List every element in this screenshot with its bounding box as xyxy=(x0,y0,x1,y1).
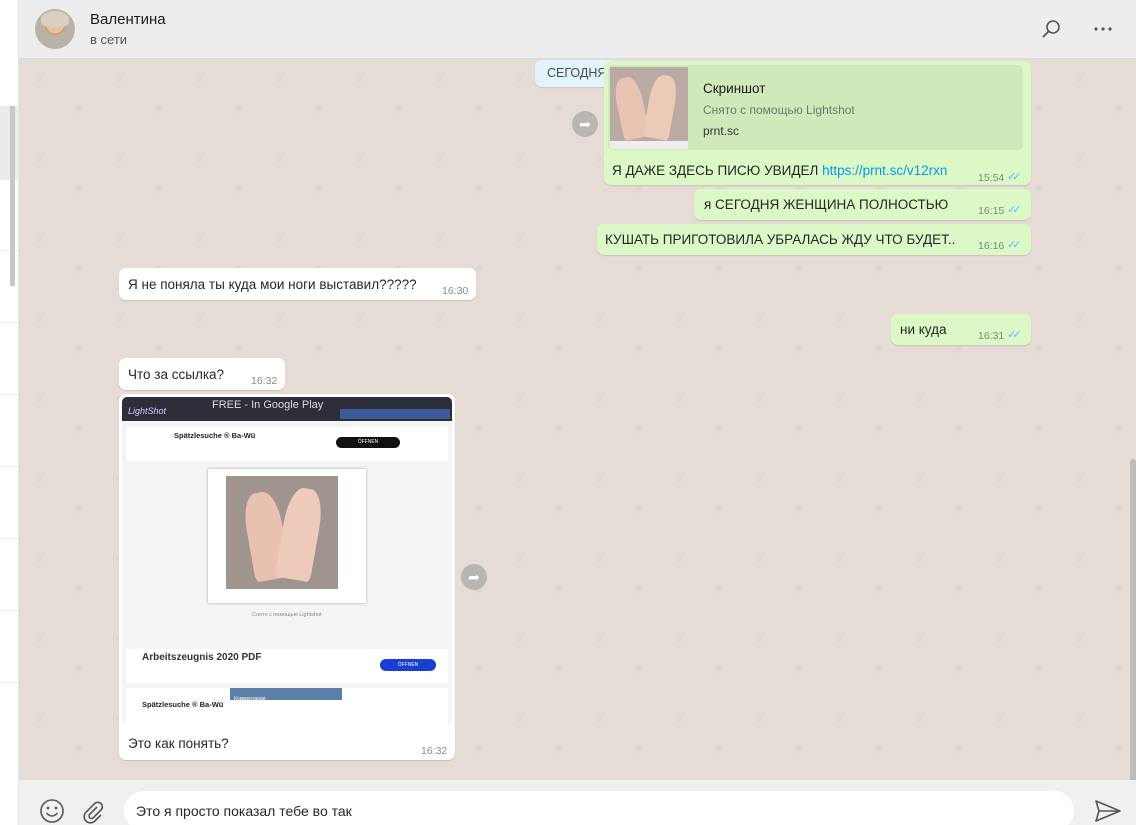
message-bubble-incoming-image[interactable]: LightShot FREE - In Google Play Spätzles… xyxy=(119,394,455,760)
contact-status: в сети xyxy=(90,32,128,47)
message-text: Это как понять? xyxy=(128,736,229,751)
message-text: я СЕГОДНЯ ЖЕНЩИНА ПОЛНОСТЬЮ xyxy=(704,197,949,212)
image-bottom-title: Spätzlesuche ® Ba-Wü xyxy=(142,700,224,709)
message-input[interactable] xyxy=(124,791,1074,825)
divider xyxy=(0,466,19,467)
message-image[interactable]: LightShot FREE - In Google Play Spätzles… xyxy=(122,397,452,725)
message-bubble-outgoing[interactable]: ни куда 16:31 ✓✓ xyxy=(891,314,1031,345)
message-time: 16:32 xyxy=(421,745,448,757)
contact-name[interactable]: Валентина xyxy=(90,11,166,28)
menu-icon[interactable] xyxy=(1091,18,1115,40)
chat-list-scrollbar[interactable] xyxy=(10,106,15,286)
image-topbar-button xyxy=(340,409,450,419)
chat-panel[interactable]: СЕГОДНЯ Скриншот Снято с помощью Lightsh… xyxy=(19,59,1136,780)
image-caption: Снято с помощью Lightshot xyxy=(252,612,322,618)
image-vk-panel: Комментарии xyxy=(230,688,342,702)
chat-header: Валентина в сети xyxy=(19,0,1136,59)
divider xyxy=(0,682,19,683)
image-ad: Spätzlesuche ® Ba-Wü ÖFFNEN xyxy=(126,427,448,461)
emoji-icon[interactable] xyxy=(39,798,65,824)
read-ticks-icon: ✓✓ xyxy=(1007,239,1022,251)
link-preview-thumbnail xyxy=(610,67,688,149)
message-bubble-outgoing[interactable]: я СЕГОДНЯ ЖЕНЩИНА ПОЛНОСТЬЮ 16:15 ✓✓ xyxy=(694,189,1031,220)
divider xyxy=(0,322,19,323)
link-preview[interactable]: Скриншот Снято с помощью Lightshot prnt.… xyxy=(608,65,1023,150)
image-ad2-title: Arbeitszeugnis 2020 PDF xyxy=(142,652,262,663)
read-ticks-icon: ✓✓ xyxy=(1007,204,1022,216)
image-ad-title: Spätzlesuche ® Ba-Wü xyxy=(174,431,256,440)
forward-icon[interactable]: ➦ xyxy=(572,111,598,137)
message-text: КУШАТЬ ПРИГОТОВИЛА УБРАЛАСЬ ЖДУ ЧТО БУДЕ… xyxy=(605,232,956,247)
message-time: 16:32 xyxy=(251,375,278,387)
message-link[interactable]: https://prnt.sc/v12rxn xyxy=(822,163,947,178)
search-icon[interactable] xyxy=(1041,18,1063,40)
divider xyxy=(0,538,19,539)
link-preview-description: Снято с помощью Lightshot xyxy=(703,103,855,117)
divider xyxy=(0,394,19,395)
message-bubble-incoming[interactable]: Я не поняла ты куда мои ноги выставил???… xyxy=(119,268,476,300)
message-bubble-outgoing[interactable]: Скриншот Снято с помощью Lightshot prnt.… xyxy=(604,61,1031,185)
message-time: 16:31 xyxy=(978,330,1005,342)
image-vk-title: Комментарии xyxy=(234,696,266,702)
image-banner: FREE - In Google Play xyxy=(212,399,324,411)
chat-scrollbar[interactable] xyxy=(1130,459,1136,780)
divider xyxy=(0,610,19,611)
image-topbar: LightShot FREE - In Google Play xyxy=(122,397,452,421)
link-preview-host: prnt.sc xyxy=(703,124,740,138)
message-text: Что за ссылка? xyxy=(128,367,225,382)
message-bubble-incoming[interactable]: Что за ссылка? 16:32 xyxy=(119,358,285,390)
image-ad2-button: ÖFFNEN xyxy=(380,659,436,671)
link-preview-title: Скриншот xyxy=(703,81,766,96)
image-photo xyxy=(226,476,338,589)
compose-bar xyxy=(19,780,1136,825)
message-text: Я ДАЖЕ ЗДЕСЬ ПИСЮ УВИДЕЛ https://prnt.sc… xyxy=(612,163,947,178)
image-ad2: Arbeitszeugnis 2020 PDF ÖFFNEN xyxy=(126,649,448,683)
message-text: Я не поняла ты куда мои ноги выставил???… xyxy=(128,277,417,292)
paperclip-icon[interactable] xyxy=(80,798,106,824)
message-text-plain: Я ДАЖЕ ЗДЕСЬ ПИСЮ УВИДЕЛ xyxy=(612,163,823,178)
read-ticks-icon: ✓✓ xyxy=(1007,171,1022,183)
forward-icon[interactable]: ➦ xyxy=(461,564,487,590)
message-bubble-outgoing[interactable]: КУШАТЬ ПРИГОТОВИЛА УБРАЛАСЬ ЖДУ ЧТО БУДЕ… xyxy=(597,224,1031,255)
chat-list-edge xyxy=(0,0,19,825)
message-time: 15:54 xyxy=(978,172,1005,184)
message-time: 16:15 xyxy=(978,205,1005,217)
send-icon[interactable] xyxy=(1094,798,1122,824)
message-time: 16:30 xyxy=(442,285,469,297)
message-time: 16:16 xyxy=(978,240,1005,252)
image-bottom: Комментарии Spätzlesuche ® Ba-Wü xyxy=(126,688,448,725)
avatar[interactable] xyxy=(35,9,75,49)
message-text: ни куда xyxy=(900,322,947,337)
read-ticks-icon: ✓✓ xyxy=(1007,329,1022,341)
image-logo: LightShot xyxy=(128,406,167,416)
image-ad-button: ÖFFNEN xyxy=(336,437,400,448)
